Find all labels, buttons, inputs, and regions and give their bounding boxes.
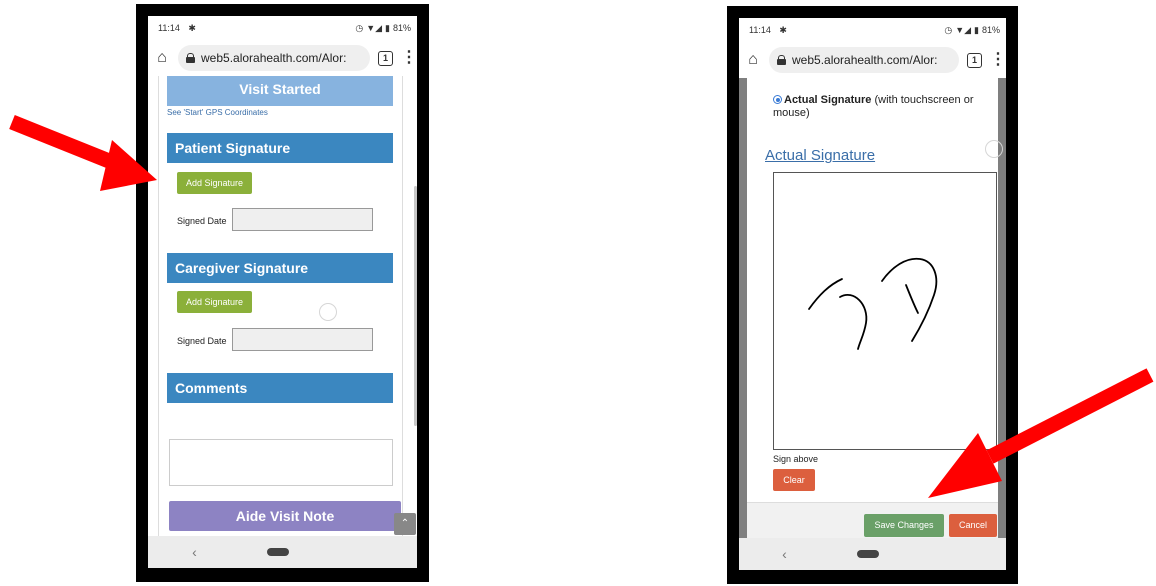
gps-coordinates-link[interactable]: See 'Start' GPS Coordinates: [167, 108, 268, 117]
battery-icon: ▮: [385, 22, 390, 33]
patient-signature-header: Patient Signature: [167, 133, 393, 163]
save-changes-button[interactable]: Save Changes: [864, 514, 944, 537]
visit-form-page: Visit Started See 'Start' GPS Coordinate…: [158, 76, 403, 554]
battery-level: 81%: [392, 23, 411, 33]
scrollbar[interactable]: [414, 186, 417, 426]
tab-switcher-icon[interactable]: 1: [378, 50, 393, 66]
caregiver-signed-date-field[interactable]: [232, 328, 373, 351]
android-icon: ✱: [188, 22, 196, 33]
status-time: 11:14: [158, 22, 180, 33]
home-icon[interactable]: ⌂: [154, 49, 170, 67]
radio-label-bold: Actual Signature: [784, 94, 872, 106]
status-time: 11:14: [749, 24, 771, 35]
scroll-to-top-icon[interactable]: ⌃: [394, 513, 416, 535]
signal-icon: ▼◢: [366, 22, 383, 33]
left-phone-screen: 11:14 ✱ ◷ ▼◢ ▮ 81% ⌂ web5.alorahealth.co…: [148, 16, 417, 568]
battery-icon: ▮: [974, 24, 979, 35]
battery-level: 81%: [981, 25, 1000, 35]
status-bar: 11:14 ✱ ◷ ▼◢ ▮ 81%: [148, 16, 417, 40]
alarm-icon: ◷: [944, 24, 953, 35]
android-nav-bar: ‹: [148, 536, 417, 568]
url-text: web5.alorahealth.com/Alor:: [792, 53, 938, 67]
signature-modal: Actual Signature (with touchscreen or mo…: [747, 78, 1003, 547]
kebab-menu-icon[interactable]: ⋮: [401, 50, 417, 66]
signature-type-radio[interactable]: Actual Signature (with touchscreen or mo…: [773, 94, 983, 120]
kebab-menu-icon[interactable]: ⋮: [990, 52, 1006, 68]
back-nav-icon[interactable]: ‹: [782, 546, 787, 562]
clear-button[interactable]: Clear: [773, 469, 815, 491]
back-nav-icon[interactable]: ‹: [192, 544, 197, 560]
modal-backdrop-left: [739, 78, 747, 538]
home-icon[interactable]: ⌂: [745, 51, 761, 69]
patient-signed-date-field[interactable]: [232, 208, 373, 231]
cancel-button[interactable]: Cancel: [949, 514, 997, 537]
android-nav-bar: ‹: [739, 538, 1006, 570]
visit-started-button[interactable]: Visit Started: [167, 76, 393, 106]
left-phone-frame: 11:14 ✱ ◷ ▼◢ ▮ 81% ⌂ web5.alorahealth.co…: [136, 4, 429, 582]
status-bar: 11:14 ✱ ◷ ▼◢ ▮ 81%: [739, 18, 1006, 42]
caregiver-add-signature-button[interactable]: Add Signature: [177, 291, 253, 313]
signature-strokes: [808, 257, 938, 350]
home-nav-icon[interactable]: [856, 550, 879, 558]
caregiver-signature-header: Caregiver Signature: [167, 253, 393, 283]
url-bar[interactable]: web5.alorahealth.com/Alor:: [178, 45, 370, 71]
android-icon: ✱: [779, 24, 787, 35]
url-text: web5.alorahealth.com/Alor:: [201, 51, 347, 65]
caregiver-signed-date-label: Signed Date: [177, 336, 227, 346]
patient-signed-date-label: Signed Date: [177, 216, 227, 226]
signal-icon: ▼◢: [955, 24, 972, 35]
comments-header: Comments: [167, 373, 393, 403]
actual-signature-link[interactable]: Actual Signature: [765, 147, 875, 164]
browser-toolbar: ⌂ web5.alorahealth.com/Alor: 1 ⋮: [148, 40, 417, 76]
touch-indicator: [319, 303, 337, 321]
url-bar[interactable]: web5.alorahealth.com/Alor:: [769, 47, 959, 73]
comments-textarea[interactable]: [169, 439, 393, 486]
radio-selected-icon[interactable]: [773, 95, 782, 104]
browser-toolbar: ⌂ web5.alorahealth.com/Alor: 1 ⋮: [739, 42, 1006, 78]
right-phone-frame: 11:14 ✱ ◷ ▼◢ ▮ 81% ⌂ web5.alorahealth.co…: [727, 6, 1018, 584]
patient-add-signature-button[interactable]: Add Signature: [177, 172, 253, 194]
lock-icon: [777, 55, 786, 65]
tab-switcher-icon[interactable]: 1: [967, 52, 982, 68]
home-nav-icon[interactable]: [266, 548, 289, 556]
lock-icon: [186, 53, 195, 63]
sign-above-label: Sign above: [773, 454, 819, 464]
signature-canvas[interactable]: [773, 172, 997, 450]
touch-indicator: [985, 140, 1003, 158]
right-phone-screen: 11:14 ✱ ◷ ▼◢ ▮ 81% ⌂ web5.alorahealth.co…: [739, 18, 1006, 570]
aide-visit-note-button[interactable]: Aide Visit Note: [169, 501, 401, 531]
alarm-icon: ◷: [355, 22, 364, 33]
